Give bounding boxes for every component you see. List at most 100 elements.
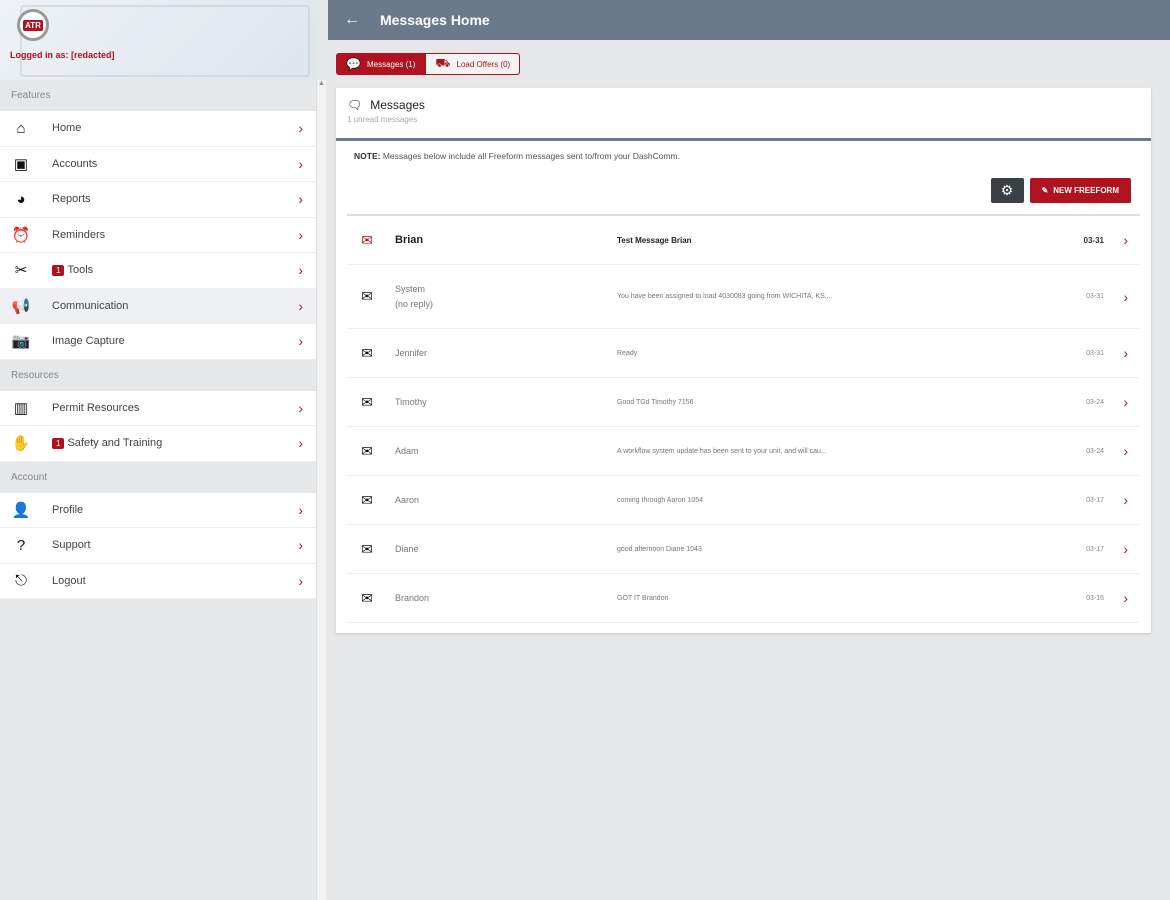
- settings-button[interactable]: ⚙: [990, 178, 1024, 203]
- tab-load-offers[interactable]: ⛟ Load Offers (0): [425, 53, 521, 75]
- message-preview: Good TGd Timothy 7156: [617, 398, 694, 406]
- section-header: Resources: [11, 369, 59, 381]
- message-date: 03-31: [1083, 235, 1104, 245]
- note-label: NOTE:: [354, 151, 381, 161]
- sidebar-item-label: Logout: [52, 574, 86, 587]
- chevron-right-icon: ›: [298, 191, 303, 208]
- sidebar-item-label-wrap: Profile: [52, 504, 83, 516]
- new-freeform-button[interactable]: ✎ NEW FREEFORM: [1029, 178, 1131, 203]
- sidebar-item-label-wrap: Logout: [52, 575, 86, 587]
- envelope-open-icon: ✉: [361, 491, 373, 508]
- message-preview: Ready: [617, 349, 638, 357]
- sidebar-item-reports[interactable]: ◕ Reports ›: [0, 182, 316, 218]
- chevron-right-icon: ›: [298, 333, 303, 350]
- message-preview: coming through Aaron 1054: [617, 496, 704, 504]
- message-row[interactable]: ✉ Jennifer Ready 03-31 ›: [347, 329, 1140, 378]
- sidebar-item-label-wrap: Reminders: [52, 229, 105, 241]
- message-date: 03-16: [1086, 594, 1104, 602]
- chevron-right-icon: ›: [298, 399, 303, 416]
- count-badge: 1: [52, 265, 65, 277]
- message-sender: Timothy: [395, 396, 427, 407]
- pencil-icon: ✎: [1041, 186, 1049, 195]
- sidebar-item-label-wrap: Permit Resources: [52, 402, 139, 414]
- company-logo: ATR: [17, 9, 49, 41]
- chevron-right-icon: ›: [298, 537, 303, 554]
- messages-card: 🗨 Messages 1 unread messages NOTE: Messag…: [336, 88, 1151, 633]
- alarm-clock-icon: ⏰: [11, 226, 31, 244]
- chevron-right-icon: ›: [1123, 590, 1128, 606]
- sidebar-item-label: Reports: [52, 193, 91, 206]
- back-arrow-icon[interactable]: ←: [344, 11, 360, 29]
- chevron-right-icon: ›: [298, 226, 303, 243]
- sidebar-item-label-wrap: Communication: [52, 300, 128, 312]
- message-row[interactable]: ✉ Aaron coming through Aaron 1054 03-17 …: [347, 476, 1140, 525]
- sidebar-item-label-wrap: Reports: [52, 193, 91, 205]
- message-row[interactable]: ✉ Timothy Good TGd Timothy 7156 03-24 ›: [347, 378, 1140, 427]
- sidebar-item-label: Home: [52, 122, 82, 135]
- home-icon: ⌂: [16, 119, 26, 137]
- sidebar-item-label: Accounts: [52, 157, 98, 170]
- sidebar-item-label-wrap: 1 Safety and Training: [52, 437, 163, 450]
- message-sender: Brandon: [395, 592, 430, 603]
- envelope-open-icon: ✉: [361, 589, 373, 606]
- chevron-right-icon: ›: [1123, 541, 1128, 557]
- message-row[interactable]: ✉ Diane good afternoon Diane 1043 03-17 …: [347, 525, 1140, 574]
- sidebar-item-logout[interactable]: ⎋ Logout ›: [0, 563, 316, 599]
- chevron-right-icon: ›: [1123, 232, 1128, 248]
- sidebar-item-label: Permit Resources: [52, 401, 140, 414]
- sidebar-item-safety-and-training[interactable]: ✋ 1 Safety and Training ›: [0, 426, 316, 462]
- sidebar-item-image-capture[interactable]: 📷 Image Capture ›: [0, 324, 316, 360]
- sidebar-item-home[interactable]: ⌂ Home ›: [0, 111, 316, 147]
- sidebar-item-profile[interactable]: 👤 Profile ›: [0, 492, 316, 528]
- sidebar-item-label: Image Capture: [52, 335, 125, 348]
- chevron-right-icon: ›: [298, 501, 303, 518]
- logo-text: ATR: [23, 19, 43, 31]
- message-row[interactable]: ✉ System (no reply) You have been assigne…: [347, 265, 1140, 329]
- unread-count: 1 unread messages: [347, 115, 418, 124]
- sidebar-scrollbar[interactable]: ▲: [316, 80, 326, 900]
- message-sender: Aaron: [395, 494, 420, 505]
- message-sender: System: [395, 283, 426, 294]
- hand-icon: ✋: [11, 435, 31, 453]
- tab-messages[interactable]: 💬 Messages (1): [336, 53, 426, 75]
- tab-label: Messages (1): [366, 59, 416, 69]
- truck-icon: ⛟: [435, 56, 451, 70]
- envelope-closed-icon: ✉: [361, 231, 373, 248]
- sidebar-item-accounts[interactable]: ▣ Accounts ›: [0, 146, 316, 182]
- pie-chart-icon: ◕: [16, 190, 26, 208]
- sidebar-item-tools[interactable]: ✂ 1 Tools ›: [0, 253, 316, 289]
- sidebar-item-label: Safety and Training: [67, 437, 163, 450]
- sidebar-item-communication[interactable]: 📢 Communication ›: [0, 288, 316, 324]
- message-list: ✉ Brian Test Message Brian 03-31 › ✉ Sys…: [347, 214, 1140, 623]
- message-date: 03-17: [1086, 545, 1104, 553]
- message-row[interactable]: ✉ Brandon GOT IT Brandon 03-16 ›: [347, 574, 1140, 623]
- message-preview: GOT IT Brandon: [617, 594, 669, 602]
- envelope-open-icon: ✉: [361, 442, 373, 459]
- chevron-right-icon: ›: [1123, 394, 1128, 410]
- message-tabs: 💬 Messages (1) ⛟ Load Offers (0): [336, 53, 521, 75]
- message-row[interactable]: ✉ Adam A workflow system update has been…: [347, 427, 1140, 476]
- money-icon: ▣: [13, 155, 29, 173]
- sidebar-item-permit-resources[interactable]: ▥ Permit Resources ›: [0, 390, 316, 426]
- note-text: NOTE: Messages below include all Freefor…: [336, 141, 1151, 171]
- message-row[interactable]: ✉ Brian Test Message Brian 03-31 ›: [347, 216, 1140, 265]
- message-date: 03-24: [1086, 398, 1104, 406]
- message-preview: You have been assigned to load 4030083 g…: [617, 293, 833, 300]
- section-header: Account: [11, 471, 48, 483]
- sidebar-item-reminders[interactable]: ⏰ Reminders ›: [0, 217, 316, 253]
- sidebar-item-support[interactable]: ? Support ›: [0, 528, 316, 564]
- new-freeform-label: NEW FREEFORM: [1053, 186, 1119, 195]
- chevron-right-icon: ›: [1123, 443, 1128, 459]
- tools-icon: ✂: [14, 262, 28, 280]
- sidebar-item-label: Communication: [52, 299, 129, 312]
- chevron-right-icon: ›: [1123, 288, 1128, 305]
- camera-icon: 📷: [11, 333, 31, 351]
- megaphone-icon: 📢: [11, 297, 31, 315]
- sidebar-item-label-wrap: Image Capture: [52, 335, 125, 347]
- sidebar-item-label: Support: [52, 539, 91, 552]
- main-scrollbar[interactable]: [1160, 40, 1170, 900]
- message-preview: Test Message Brian: [617, 235, 692, 245]
- gear-icon: ⚙: [1000, 182, 1014, 198]
- sidebar-item-label: Profile: [52, 503, 84, 516]
- question-icon: ?: [16, 536, 26, 554]
